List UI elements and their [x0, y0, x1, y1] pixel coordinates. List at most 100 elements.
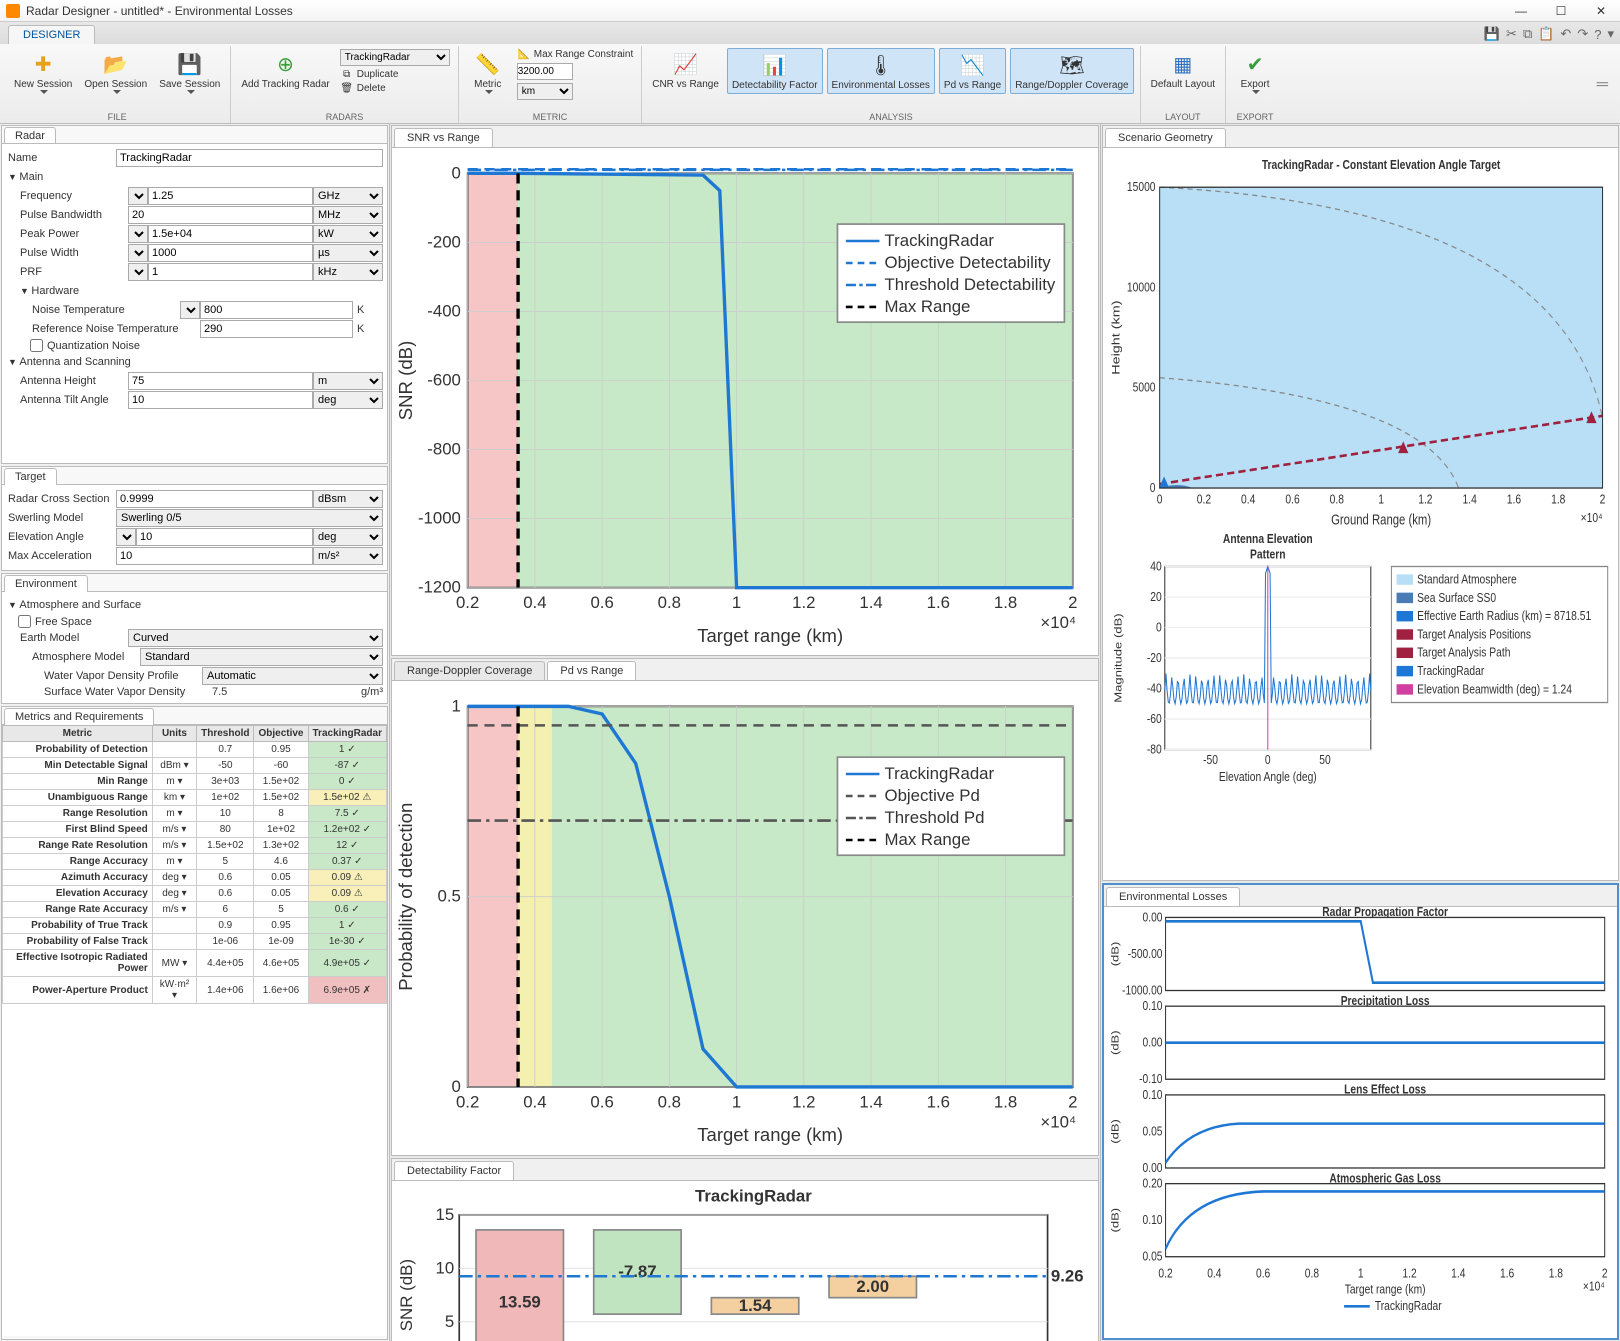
undo-icon[interactable]: ↶	[1560, 26, 1571, 42]
save-session-button[interactable]: 💾Save Session	[155, 48, 224, 96]
paste-icon[interactable]: 📋	[1538, 26, 1554, 42]
svg-text:1.4: 1.4	[859, 593, 882, 612]
tab-designer[interactable]: DESIGNER	[8, 25, 95, 44]
svg-text:1.8: 1.8	[1549, 1267, 1564, 1281]
swerling-select[interactable]: Swerling 0/5	[116, 509, 383, 527]
copy-icon[interactable]: ⧉	[1523, 26, 1532, 42]
frequency-input[interactable]	[148, 187, 313, 205]
open-session-button[interactable]: 📂Open Session	[80, 48, 151, 96]
metrics-panel-tab[interactable]: Metrics and Requirements	[4, 708, 154, 725]
save-icon[interactable]: 💾	[1484, 26, 1500, 42]
frequency-unit[interactable]: GHz	[313, 187, 383, 205]
target-panel-tab[interactable]: Target	[4, 468, 57, 485]
tab-scenario-geometry[interactable]: Scenario Geometry	[1105, 128, 1226, 147]
ribbon-collapse-icon[interactable]: ═	[1597, 76, 1616, 94]
atmo-surface-section[interactable]: Atmosphere and Surface	[6, 596, 383, 614]
noise-temp-input[interactable]	[200, 301, 353, 319]
metric-button[interactable]: 📏Metric	[465, 48, 511, 96]
bandwidth-input[interactable]	[128, 206, 313, 224]
svg-text:TrackingRadar - Constant Eleva: TrackingRadar - Constant Elevation Angle…	[1262, 158, 1501, 172]
bandwidth-unit[interactable]: MHz	[313, 206, 383, 224]
cnr-vs-range-button[interactable]: 📈CNR vs Range	[648, 48, 723, 92]
hardware-section[interactable]: Hardware	[18, 282, 383, 300]
svg-text:Effective Earth Radius (km) =: Effective Earth Radius (km) = 8718.51	[1417, 609, 1591, 623]
tab-range-doppler[interactable]: Range-Doppler Coverage	[394, 661, 545, 680]
tab-snr-vs-range[interactable]: SNR vs Range	[394, 128, 493, 147]
peak-power-input[interactable]	[148, 225, 313, 243]
cut-icon[interactable]: ✂	[1506, 26, 1517, 42]
new-session-button[interactable]: ✚New Session	[10, 48, 76, 96]
svg-text:1.6: 1.6	[927, 1093, 950, 1112]
svg-text:×10⁴: ×10⁴	[1583, 1280, 1605, 1294]
radar-name-input[interactable]	[116, 149, 383, 167]
ref-noise-input[interactable]	[200, 320, 353, 338]
max-range-unit[interactable]: km	[517, 83, 573, 100]
environmental-losses-button[interactable]: 🌡Environmental Losses	[827, 48, 935, 94]
radar-select[interactable]: TrackingRadar	[340, 49, 450, 66]
tab-pd-vs-range[interactable]: Pd vs Range	[547, 661, 636, 680]
detectability-factor-button[interactable]: 📊Detectability Factor	[727, 48, 823, 94]
antenna-tilt-input[interactable]	[128, 391, 313, 409]
radar-panel-tab[interactable]: Radar	[4, 127, 56, 144]
more-icon[interactable]: ▾	[1607, 26, 1614, 42]
svg-text:0.20: 0.20	[1143, 1177, 1163, 1191]
window-title: Radar Designer - untitled* - Environment…	[26, 4, 1508, 18]
maximize-button[interactable]: ☐	[1548, 2, 1574, 20]
minimize-button[interactable]: —	[1508, 2, 1534, 20]
vapor-profile-select[interactable]: Automatic	[202, 667, 383, 685]
svg-text:0: 0	[1150, 481, 1156, 495]
svg-text:5: 5	[445, 1312, 454, 1331]
svg-text:0.5: 0.5	[438, 887, 461, 906]
tab-detectability[interactable]: Detectability Factor	[394, 1161, 514, 1180]
prf-unit[interactable]: kHz	[313, 263, 383, 281]
svg-text:0.6: 0.6	[590, 1093, 613, 1112]
svg-text:1.8: 1.8	[1551, 493, 1566, 507]
default-layout-button[interactable]: ▦Default Layout	[1147, 48, 1220, 92]
redo-icon[interactable]: ↷	[1577, 26, 1588, 42]
close-button[interactable]: ✕	[1588, 2, 1614, 20]
elev-angle-input[interactable]	[136, 528, 313, 546]
pulse-width-dropdown[interactable]	[128, 244, 148, 262]
pulse-width-input[interactable]	[148, 244, 313, 262]
rcs-input[interactable]	[116, 490, 313, 508]
antenna-section[interactable]: Antenna and Scanning	[6, 353, 383, 371]
atmo-model-select[interactable]: Standard	[140, 648, 383, 666]
svg-text:1: 1	[732, 593, 741, 612]
delete-button[interactable]: 🗑Delete	[338, 82, 452, 95]
pd-vs-range-button[interactable]: 📉Pd vs Range	[939, 48, 1006, 94]
tab-environmental-losses[interactable]: Environmental Losses	[1106, 887, 1240, 906]
svg-text:Ground Range (km): Ground Range (km)	[1331, 511, 1431, 528]
svg-text:Threshold Pd: Threshold Pd	[885, 808, 985, 827]
svg-text:0: 0	[1157, 493, 1163, 507]
svg-text:TrackingRadar: TrackingRadar	[885, 231, 995, 250]
free-space-checkbox[interactable]	[18, 615, 31, 628]
svg-text:0: 0	[1156, 620, 1162, 634]
svg-text:0.05: 0.05	[1143, 1250, 1163, 1264]
range-doppler-button[interactable]: 🗺Range/Doppler Coverage	[1010, 48, 1133, 94]
prf-dropdown[interactable]	[128, 263, 148, 281]
svg-text:1.2: 1.2	[792, 1093, 815, 1112]
quantization-noise-checkbox[interactable]	[30, 339, 43, 352]
export-button[interactable]: ✔Export	[1232, 48, 1278, 96]
add-tracking-radar-button[interactable]: ⊕Add Tracking Radar	[237, 48, 333, 92]
peak-power-unit[interactable]: kW	[313, 225, 383, 243]
svg-text:-0.10: -0.10	[1139, 1072, 1163, 1086]
ribbon-tabstrip: DESIGNER	[0, 22, 1620, 44]
pulse-width-unit[interactable]: µs	[313, 244, 383, 262]
earth-model-select[interactable]: Curved	[128, 629, 383, 647]
max-accel-input[interactable]	[116, 547, 313, 565]
svg-text:15000: 15000	[1127, 180, 1156, 194]
max-range-value[interactable]	[517, 63, 573, 80]
peak-power-dropdown[interactable]	[128, 225, 148, 243]
frequency-dropdown[interactable]	[128, 187, 148, 205]
svg-text:10000: 10000	[1127, 280, 1156, 294]
antenna-height-input[interactable]	[128, 372, 313, 390]
help-icon[interactable]: ?	[1594, 27, 1601, 42]
prf-input[interactable]	[148, 263, 313, 281]
main-section[interactable]: Main	[6, 168, 383, 186]
environment-panel-tab[interactable]: Environment	[4, 575, 88, 592]
svg-text:0.2: 0.2	[1197, 493, 1211, 507]
duplicate-button[interactable]: ⧉Duplicate	[338, 68, 452, 81]
ribbon: ✚New Session 📂Open Session 💾Save Session…	[0, 44, 1620, 124]
svg-text:0.10: 0.10	[1143, 999, 1163, 1013]
